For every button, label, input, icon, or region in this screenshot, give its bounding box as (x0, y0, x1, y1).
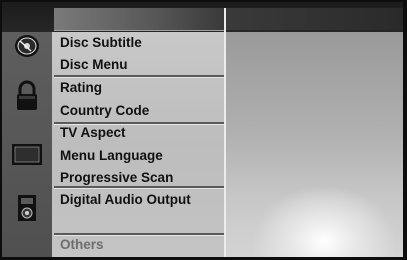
menu-item-digital-audio-output[interactable]: Digital Audio Output (60, 190, 191, 210)
menu-item-tv-aspect[interactable]: TV Aspect (60, 123, 126, 143)
disc-icon[interactable] (10, 32, 44, 60)
menu-item-menu-language[interactable]: Menu Language (60, 146, 163, 166)
menu-item-progressive-scan[interactable]: Progressive Scan (60, 168, 173, 188)
title-strip (54, 8, 224, 31)
menu-item-disc-menu[interactable]: Disc Menu (60, 55, 128, 75)
lock-icon[interactable] (10, 80, 44, 110)
divider (224, 8, 226, 257)
speaker-icon[interactable] (10, 194, 44, 222)
tv-icon[interactable] (10, 140, 44, 168)
setup-menu-screen: Disc Subtitle Disc Menu Rating Country C… (2, 2, 403, 257)
menu-item-rating[interactable]: Rating (60, 78, 102, 98)
top-bar (2, 2, 403, 32)
preview-area (224, 32, 403, 257)
menu-item-others[interactable]: Others (60, 235, 104, 255)
menu-item-country-code[interactable]: Country Code (60, 101, 149, 121)
menu-item-disc-subtitle[interactable]: Disc Subtitle (60, 33, 142, 53)
top-right-strip (224, 8, 403, 30)
